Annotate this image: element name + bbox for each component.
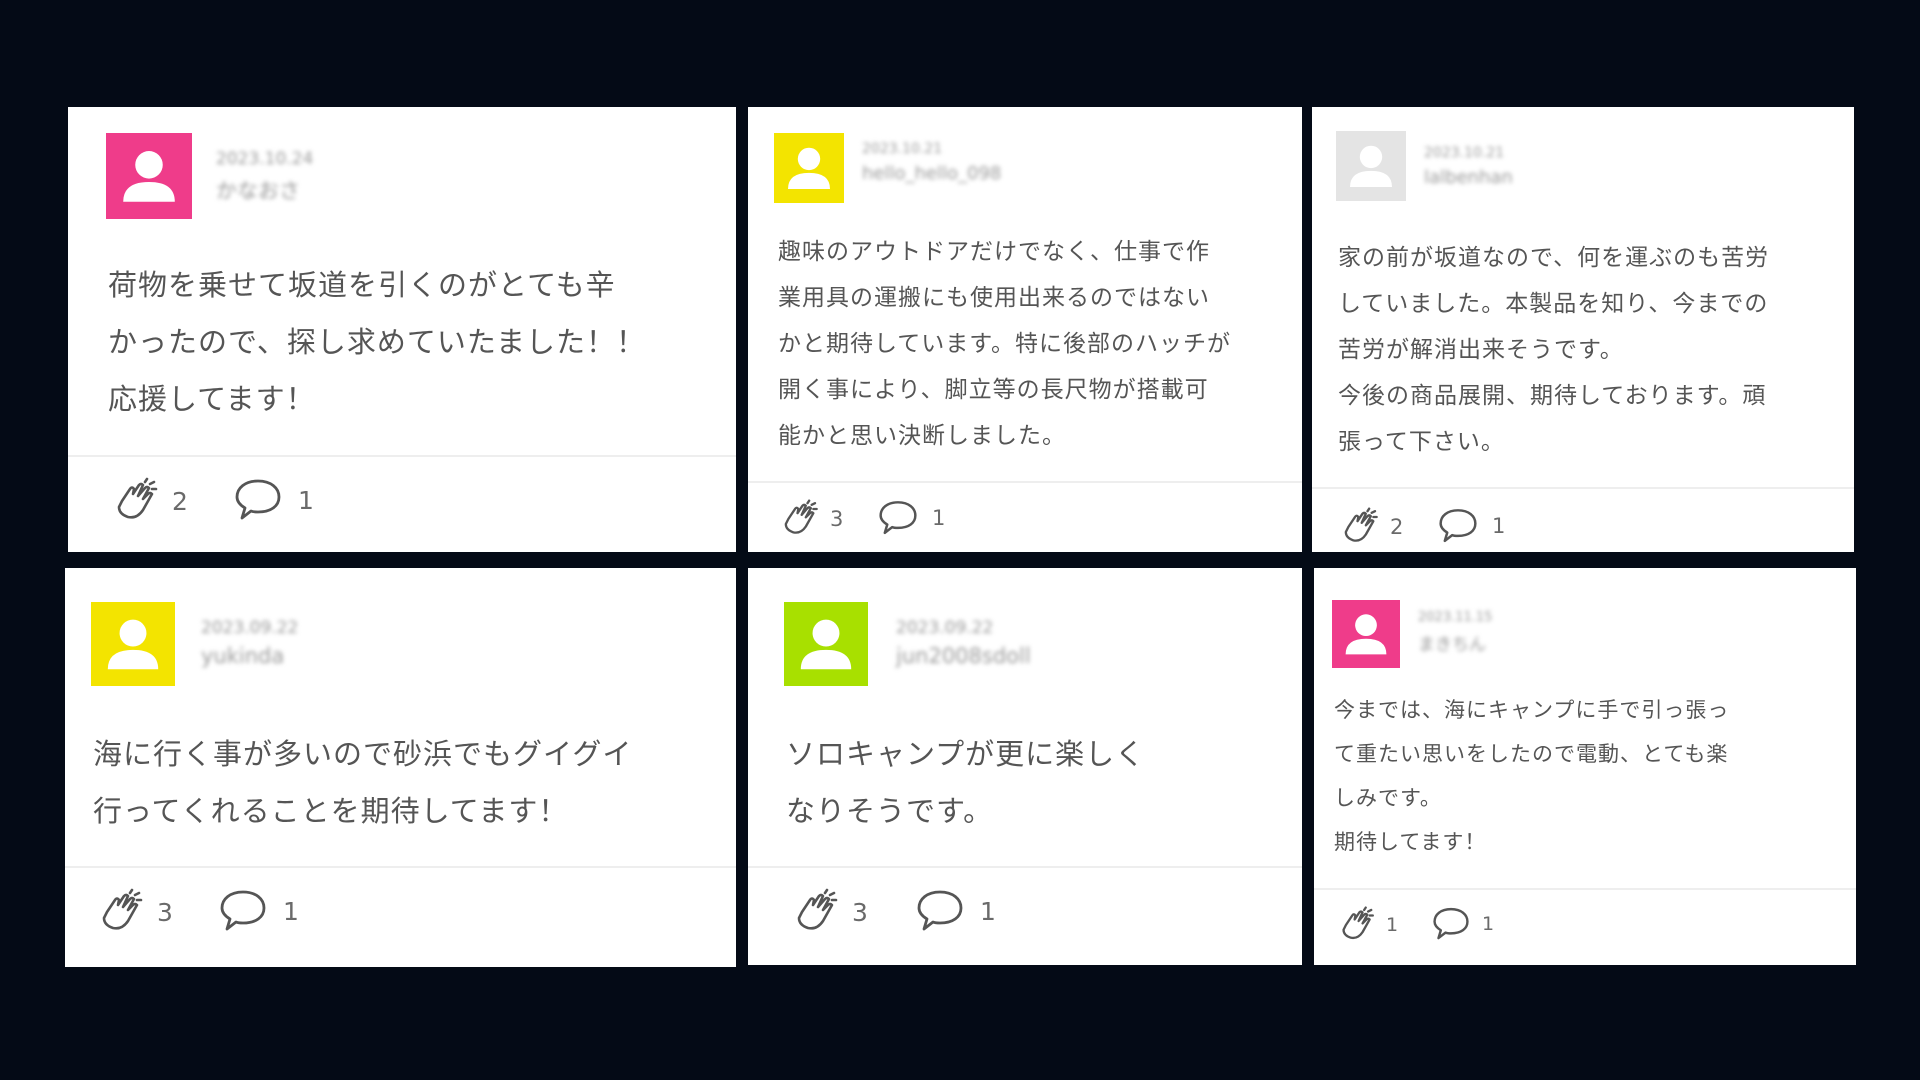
clap-icon: [117, 477, 158, 519]
divider: [65, 866, 736, 868]
clap-count: 1: [1386, 914, 1399, 936]
review-card: 2023.11.15 まきちん 今までは、海にキャンプに手で引っ張っ て重たい思…: [1314, 568, 1856, 965]
post-date: 2023.10.24: [216, 149, 314, 169]
divider: [1314, 888, 1856, 890]
post-date: 2023.10.21: [862, 141, 943, 157]
review-card: 2023.09.22 jun2008sdoll ソロキャンプが更に楽しく なりそ…: [748, 568, 1302, 965]
post-date: 2023.09.22: [896, 618, 994, 638]
clap-button[interactable]: 2: [1340, 507, 1403, 547]
username[interactable]: lalbenhan: [1424, 167, 1513, 188]
clap-button[interactable]: 3: [97, 888, 173, 936]
review-card: 2023.10.24 かなおさ 荷物を乗せて坂道を引くのがとても辛 かったので、…: [68, 107, 736, 552]
clap-count: 2: [172, 486, 188, 516]
post-meta: 2023.10.21 hello_hello_098: [862, 141, 1001, 184]
clap-count: 2: [1390, 515, 1404, 539]
avatar[interactable]: [1332, 600, 1400, 668]
username[interactable]: hello_hello_098: [862, 163, 1001, 184]
user-icon: [1336, 131, 1406, 201]
review-card: 2023.09.22 yukinda 海に行く事が多いので砂浜でもグイグイ 行っ…: [65, 568, 736, 967]
speech-bubble-icon: [1433, 907, 1469, 940]
speech-bubble-icon: [235, 479, 281, 520]
post-meta: 2023.09.22 jun2008sdoll: [896, 618, 1031, 668]
clap-icon: [784, 499, 818, 534]
divider: [1312, 487, 1854, 489]
clap-icon: [102, 888, 143, 930]
user-icon: [106, 133, 192, 219]
avatar[interactable]: [774, 133, 844, 203]
clap-count: 3: [852, 897, 868, 927]
clap-button[interactable]: 1: [1338, 906, 1398, 944]
divider: [748, 481, 1302, 483]
user-icon: [774, 133, 844, 203]
comment-button[interactable]: 1: [1438, 507, 1505, 545]
comment-count: 1: [298, 485, 314, 515]
clap-count: 3: [157, 897, 173, 927]
username[interactable]: jun2008sdoll: [896, 644, 1031, 668]
comment-count: 1: [932, 506, 946, 530]
comment-count: 1: [980, 896, 996, 926]
comment-button[interactable]: 1: [219, 888, 299, 934]
username[interactable]: かなおさ: [216, 175, 313, 205]
post-date: 2023.09.22: [201, 618, 299, 638]
clap-icon: [1342, 906, 1374, 940]
review-text: ソロキャンプが更に楽しく なりそうです。: [786, 737, 1146, 828]
avatar[interactable]: [91, 602, 175, 686]
avatar[interactable]: [106, 133, 192, 219]
post-meta: 2023.09.22 yukinda: [201, 618, 298, 668]
post-meta: 2023.11.15 まきちん: [1418, 610, 1492, 655]
post-date: 2023.10.21: [1424, 145, 1505, 161]
speech-bubble-icon: [917, 890, 963, 931]
divider: [748, 866, 1302, 868]
username[interactable]: まきちん: [1418, 630, 1492, 655]
clap-icon: [1344, 507, 1378, 542]
review-text: 今までは、海にキャンプに手で引っ張っ て重たい思いをしたので電動、とても楽 しみ…: [1334, 698, 1730, 854]
review-text: 趣味のアウトドアだけでなく、仕事で作 業用具の運搬にも使用出来るのではない かと…: [778, 239, 1232, 449]
post-meta: 2023.10.21 lalbenhan: [1424, 145, 1513, 188]
comment-button[interactable]: 1: [234, 477, 314, 523]
review-text: 海に行く事が多いので砂浜でもグイグイ 行ってくれることを期待してます！: [93, 737, 633, 828]
username[interactable]: yukinda: [201, 644, 298, 668]
review-card: 2023.10.21 hello_hello_098 趣味のアウトドアだけでなく…: [748, 107, 1302, 552]
post-meta: 2023.10.24 かなおさ: [216, 149, 313, 205]
speech-bubble-icon: [879, 501, 917, 535]
review-text: 家の前が坂道なので、何を運ぶのも苦労 していました。本製品を知り、今までの 苦労…: [1338, 245, 1770, 455]
comment-button[interactable]: 1: [1432, 906, 1494, 942]
comment-button[interactable]: 1: [878, 499, 945, 537]
comment-count: 1: [1482, 913, 1495, 935]
user-icon: [91, 602, 175, 686]
clap-count: 3: [830, 507, 844, 531]
review-text: 荷物を乗せて坂道を引くのがとても辛 かったので、探し求めていたました！！ 応援し…: [108, 268, 646, 416]
comment-count: 1: [283, 896, 299, 926]
avatar[interactable]: [1336, 131, 1406, 201]
clap-button[interactable]: 3: [792, 888, 868, 936]
review-card: 2023.10.21 lalbenhan 家の前が坂道なので、何を運ぶのも苦労 …: [1312, 107, 1854, 552]
comment-button[interactable]: 1: [916, 888, 996, 934]
clap-icon: [797, 888, 838, 930]
speech-bubble-icon: [220, 890, 266, 931]
user-icon: [1332, 600, 1400, 668]
clap-button[interactable]: 2: [112, 477, 188, 525]
avatar[interactable]: [784, 602, 868, 686]
post-date: 2023.11.15: [1418, 610, 1493, 625]
comment-count: 1: [1492, 514, 1506, 538]
speech-bubble-icon: [1439, 509, 1477, 543]
user-icon: [784, 602, 868, 686]
divider: [68, 455, 736, 457]
clap-button[interactable]: 3: [780, 499, 843, 539]
